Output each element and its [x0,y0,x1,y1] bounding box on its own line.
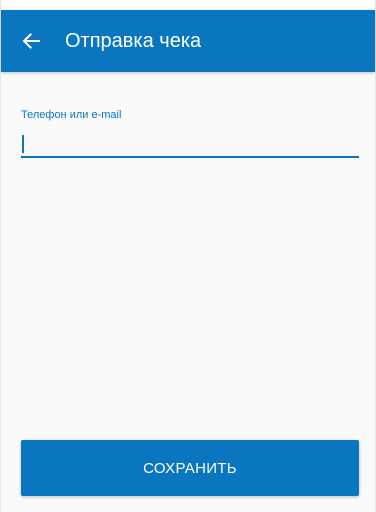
status-bar [1,0,375,10]
contact-field-label: Телефон или e-mail [21,109,122,121]
contact-input-wrapper [21,132,359,158]
back-button[interactable] [1,10,61,72]
receipt-send-screen: Отправка чека Телефон или e-mail СОХРАНИ… [0,0,376,512]
text-cursor [22,135,24,153]
app-bar: Отправка чека [1,10,375,72]
contact-input[interactable] [21,132,359,156]
page-title: Отправка чека [65,30,202,52]
save-button[interactable]: СОХРАНИТЬ [21,440,359,496]
contact-field: Телефон или e-mail [21,108,359,158]
arrow-back-icon [22,33,40,49]
